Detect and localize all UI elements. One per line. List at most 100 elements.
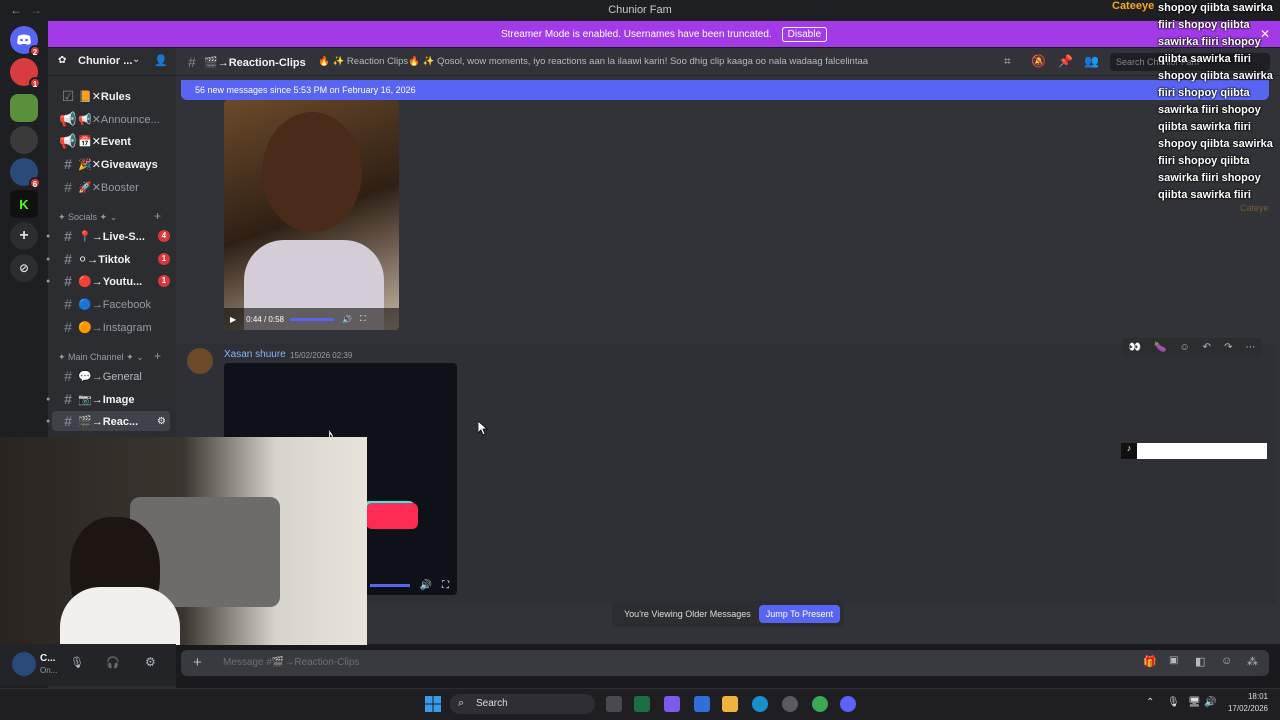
avatar[interactable] [187, 348, 213, 374]
office-icon[interactable] [664, 696, 680, 712]
hash-icon: # [64, 319, 72, 335]
gift-icon[interactable]: 🎁 [1143, 655, 1157, 668]
windows-start-icon[interactable] [425, 696, 441, 712]
older-messages-text: You're Viewing Older Messages [624, 609, 751, 619]
more-icon[interactable]: ⋯ [1245, 342, 1255, 353]
sticker-icon[interactable]: ◧ [1195, 655, 1205, 668]
server-game-icon[interactable] [10, 94, 38, 122]
user-panel: C... On... 🎙 🎧 ⚙ [0, 644, 176, 686]
category-socials[interactable]: ✦ Socials ✦ ⌄ [58, 212, 117, 223]
user-status: On... [40, 666, 58, 675]
channel-booster[interactable]: # 🚀✕Booster [52, 177, 170, 197]
explore-icon[interactable]: ⊘ [10, 254, 38, 282]
message-composer[interactable]: + Message #🎬→Reaction-Clips 🎁 ▣ ◧ ☺ ⁂ [181, 650, 1269, 676]
discord-taskbar-icon[interactable] [840, 696, 856, 712]
message-author[interactable]: Xasan shuure [224, 349, 286, 360]
chevron-up-icon[interactable]: ⌃ [1146, 697, 1154, 708]
channel-label: 🔴→Youtu... [78, 275, 143, 288]
server-dark-icon[interactable] [10, 126, 38, 154]
excel-icon[interactable] [634, 696, 650, 712]
reply-icon[interactable]: ↶ [1203, 342, 1211, 353]
disable-streamer-button[interactable]: Disable [781, 26, 828, 42]
channel-label: 📢✕Announce... [78, 113, 160, 126]
store-icon[interactable] [694, 696, 710, 712]
pin-icon[interactable]: 📌 [1058, 54, 1073, 68]
message-input[interactable]: Message #🎬→Reaction-Clips [223, 657, 359, 668]
gif-icon[interactable]: ▣ [1169, 655, 1178, 666]
play-icon[interactable]: ▶ [230, 315, 236, 324]
forward-icon[interactable]: ↷ [1224, 342, 1232, 353]
attach-plus-icon[interactable]: + [193, 654, 202, 671]
taskbar-search[interactable]: ⌕ Search [450, 694, 595, 714]
channel-label: 💬→General [78, 370, 142, 383]
channel-live[interactable]: ● # 📍→Live-S... 4 [46, 226, 170, 246]
server-header[interactable]: ✿ Chunior ... ⌄ 👤 [48, 48, 176, 76]
channel-image[interactable]: ● # 📷→Image [46, 389, 170, 409]
jump-to-present-button[interactable]: Jump To Present [758, 605, 841, 623]
channel-tiktok[interactable]: ● # ⚪→Tiktok 1 [46, 249, 170, 269]
obs-icon[interactable] [782, 696, 798, 712]
add-member-icon[interactable]: 👤 [154, 54, 168, 67]
megaphone-icon: 📢 [59, 110, 77, 127]
server-red-icon[interactable]: 1 [10, 58, 41, 89]
category-main[interactable]: ✦ Main Channel ✦ ⌄ [58, 352, 144, 363]
fullscreen-icon[interactable]: ⛶ [442, 580, 449, 591]
microphone-icon[interactable]: 🎙 [70, 656, 84, 669]
channel-giveaways[interactable]: # 🎉✕Giveaways [52, 154, 170, 174]
mute-icon[interactable]: 🔕 [1031, 54, 1046, 68]
settings-icon[interactable]: ⚙ [145, 655, 156, 669]
server-chunior-icon[interactable]: 6 [10, 158, 41, 189]
channel-reaction-clips[interactable]: ● # 🎬→Reac... ⚙ [46, 411, 170, 431]
channel-topic[interactable]: 🔥 ✨ Reaction Clips🔥 ✨ Qosol, wow moments… [318, 56, 868, 67]
channel-label: 📅✕Event [78, 135, 131, 148]
add-channel-icon[interactable]: + [154, 349, 161, 363]
avatar[interactable] [12, 652, 36, 676]
add-channel-icon[interactable]: + [154, 209, 161, 223]
new-messages-bar[interactable]: 56 new messages since 5:53 PM on Februar… [181, 80, 1269, 100]
video-clip[interactable]: ▶ 0:44 / 0:58 🔊 ⛶ [224, 100, 399, 330]
file-explorer-icon[interactable] [722, 696, 738, 712]
microphone-icon[interactable]: 🎙 [1167, 697, 1180, 708]
apps-icon[interactable]: ⁂ [1247, 655, 1258, 668]
channel-instagram[interactable]: # 🟠→Instagram [52, 317, 170, 337]
add-reaction-icon[interactable]: ☺ [1179, 342, 1189, 353]
channel-facebook[interactable]: # 🔵→Facebook [52, 294, 170, 314]
edge-icon[interactable] [752, 696, 768, 712]
headphones-icon[interactable]: 🎧 [106, 656, 120, 669]
channel-announcements[interactable]: 📢 📢✕Announce... [52, 109, 170, 129]
video-controls: ▶ 0:44 / 0:58 🔊 ⛶ [224, 308, 399, 330]
channel-header: # 🎬→Reaction-Clips 🔥 ✨ Reaction Clips🔥 ✨… [176, 48, 1280, 76]
speaker-icon[interactable]: 🔊 [1204, 697, 1216, 708]
channel-rules[interactable]: ☑ 📙✕Rules [52, 86, 170, 106]
volume-icon[interactable]: 🔊 [420, 580, 432, 591]
fullscreen-icon[interactable]: ⛶ [360, 314, 366, 324]
video-progress[interactable] [289, 317, 334, 321]
search-icon: ⌕ [458, 697, 465, 709]
mention-badge: 1 [158, 275, 170, 287]
emoji-icon[interactable]: ☺ [1221, 655, 1232, 667]
server-name: Chunior ... [78, 55, 133, 67]
discord-home-icon[interactable]: 2 [10, 26, 41, 57]
channel-event[interactable]: 📢 📅✕Event [52, 131, 170, 151]
channel-general[interactable]: # 💬→General [52, 366, 170, 386]
add-server-icon[interactable]: + [10, 222, 38, 250]
reaction-icon[interactable]: 👀 [1129, 342, 1141, 353]
channel-youtube[interactable]: ● # 🔴→Youtu... 1 [46, 271, 170, 291]
mention-badge: 4 [158, 230, 170, 242]
chrome-icon[interactable] [812, 696, 828, 712]
task-view-icon[interactable] [606, 696, 622, 712]
video-progress[interactable] [369, 583, 410, 587]
clock-time[interactable]: 18:01 [1226, 692, 1268, 701]
hash-icon: # [188, 54, 196, 70]
clock-date[interactable]: 17/02/2026 [1222, 704, 1268, 713]
channel-label: 🎬→Reac... [78, 415, 139, 428]
unread-dot-icon: ● [46, 232, 51, 240]
members-icon[interactable]: 👥 [1084, 54, 1099, 68]
settings-icon[interactable]: ⚙ [157, 416, 166, 427]
server-kick-icon[interactable]: K [10, 190, 38, 218]
monitor-icon[interactable]: 🖥 [1188, 697, 1201, 708]
mention-badge: 1 [158, 253, 170, 265]
reaction-icon[interactable]: 🍆 [1154, 342, 1166, 353]
volume-icon[interactable]: 🔊 [342, 315, 352, 324]
threads-icon[interactable]: ⌗ [1004, 54, 1011, 69]
